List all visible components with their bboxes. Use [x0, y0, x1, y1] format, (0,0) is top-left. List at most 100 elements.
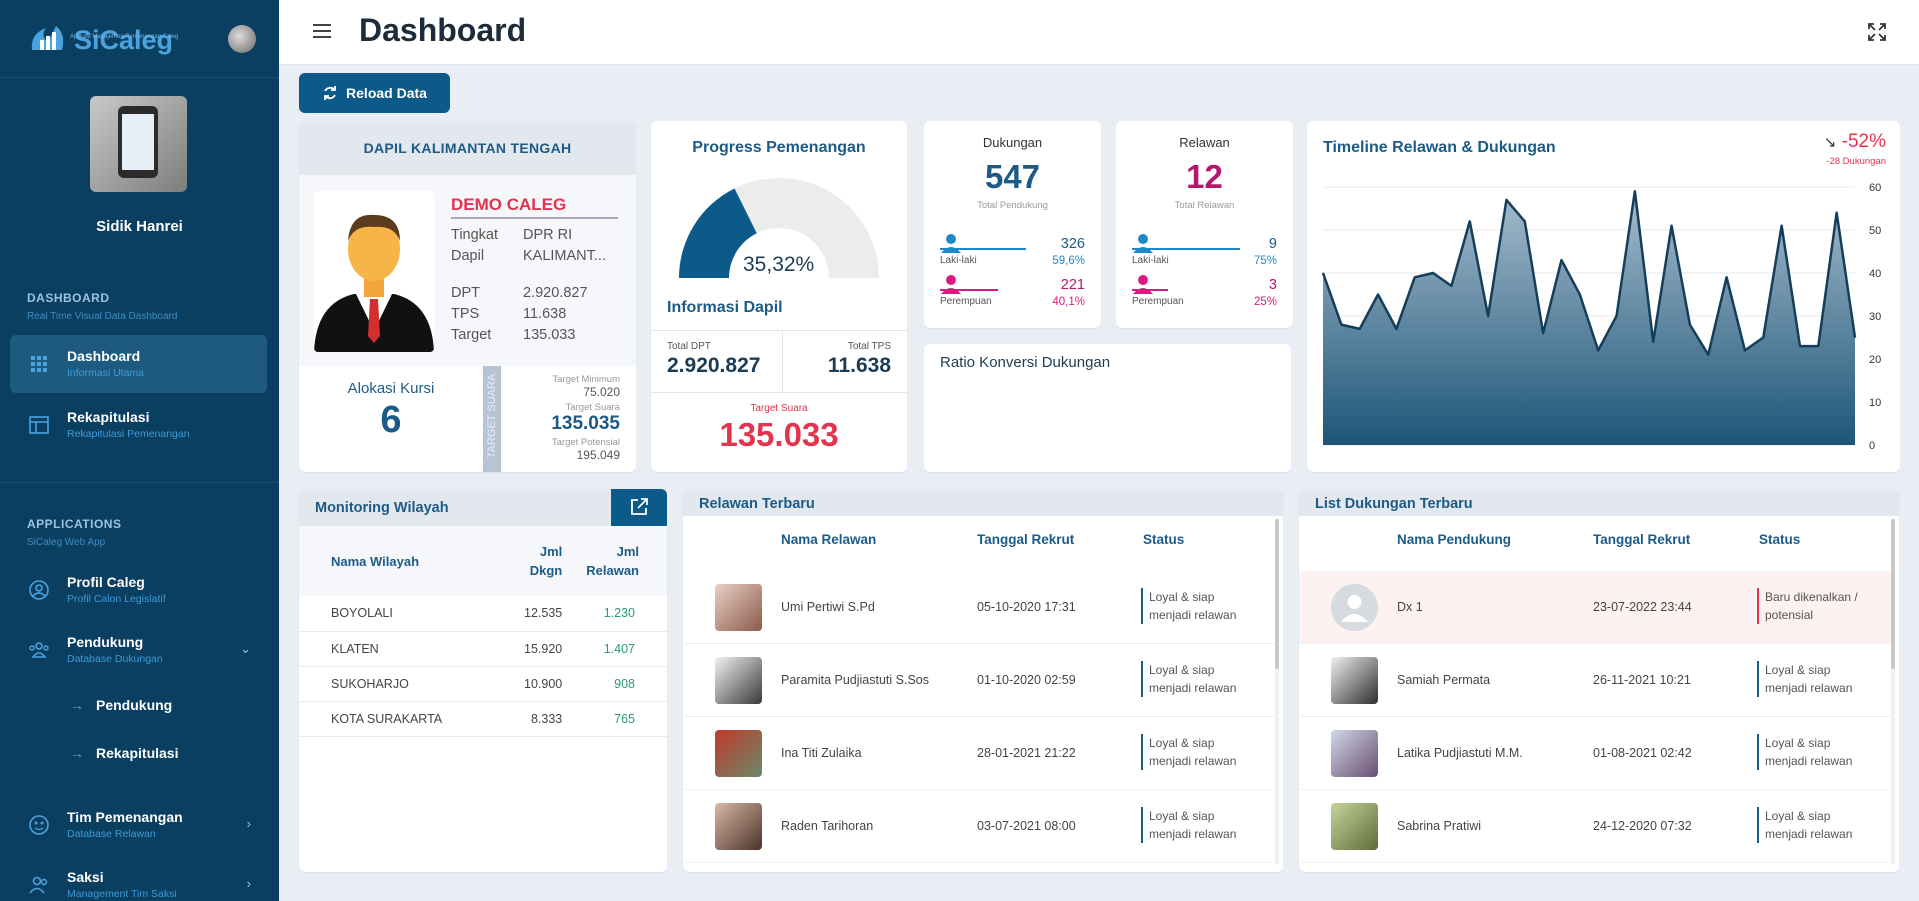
profile-name: Sidik Hanrei — [96, 218, 183, 235]
male-label: Laki-laki — [1132, 255, 1169, 266]
submenu-item-pendukung[interactable]: → Pendukung — [70, 697, 172, 713]
cell-relawan: 765 — [574, 701, 667, 737]
section-subtitle-dashboard: Real Time Visual Data Dashboard — [27, 311, 178, 322]
arrow-right-icon: → — [70, 745, 84, 761]
kursi-label: Alokasi Kursi — [347, 380, 435, 397]
list-item[interactable]: Samiah Permata 26-11-2021 10:21 Loyal & … — [1299, 644, 1891, 717]
progress-title: Progress Pemenangan — [692, 139, 866, 156]
item-status: Loyal & siap menjadi relawan — [1757, 807, 1869, 843]
reload-button[interactable]: Reload Data — [299, 73, 450, 113]
sidebar-item-label: Saksi — [67, 869, 104, 885]
target-suara-vertical: TARGET SUARA — [483, 366, 501, 472]
sidebar-item-sub: Management Tim Saksi — [67, 888, 177, 900]
y-tick-label: 30 — [1869, 311, 1881, 323]
avatar[interactable] — [228, 25, 256, 53]
col-status: Status — [1143, 532, 1185, 547]
female-percent: 40,1% — [1052, 296, 1085, 308]
data-point — [1836, 212, 1838, 214]
col-tanggal: Tanggal Rekrut — [1593, 532, 1691, 547]
cell-nama: KOTA SURAKARTA — [299, 701, 513, 737]
table-row[interactable]: SUKOHARJO 10.900 908 — [299, 666, 667, 702]
total-dpt: Total DPT 2.920.827 — [651, 330, 783, 392]
sidebar-item-pendukung[interactable]: Pendukung Database Dukungan ⌄ — [10, 621, 267, 679]
avatar — [1331, 657, 1378, 704]
cell-nama: BOYOLALI — [299, 596, 513, 632]
data-point — [1817, 345, 1819, 347]
dapil-card: DAPIL KALIMANTAN TENGAH DEMO CALEG Tingk… — [299, 121, 636, 472]
sidebar-item-dashboard[interactable]: Dashboard Informasi Utama — [10, 335, 267, 393]
male-icon — [1133, 234, 1153, 253]
table-row[interactable]: BOYOLALI 12.535 1.230 — [299, 596, 667, 632]
data-point — [1854, 337, 1856, 338]
data-point — [1377, 294, 1379, 295]
table-row[interactable]: KLATEN 15.920 1.407 — [299, 631, 667, 667]
submenu-item-rekapitulasi[interactable]: → Rekapitulasi — [70, 745, 178, 761]
sidebar-item-sub: Rekapitulasi Pemenangan — [67, 428, 190, 440]
data-point — [1671, 225, 1673, 227]
data-point — [1781, 225, 1783, 227]
item-name: Raden Tarihoran — [781, 819, 874, 833]
male-label: Laki-laki — [940, 255, 977, 266]
male-percent: 59,6% — [1052, 255, 1085, 267]
y-tick-label: 20 — [1869, 354, 1881, 366]
item-status: Loyal & siap menjadi relawan — [1757, 661, 1869, 697]
team-icon — [29, 815, 49, 835]
sidebar-item-rekapitulasi[interactable]: Rekapitulasi Rekapitulasi Pemenangan — [10, 396, 267, 454]
cell-nama: KLATEN — [299, 631, 513, 667]
dukungan-terbaru-card: List Dukungan Terbaru Nama Pendukung Tan… — [1299, 489, 1899, 872]
app-name: SiCaleg — [74, 25, 174, 55]
list-item[interactable]: Dx 1 23-07-2022 23:44 Baru dikenalkan / … — [1299, 571, 1891, 644]
avatar — [715, 657, 762, 704]
chevron-right-icon: › — [246, 876, 251, 891]
grid-icon — [31, 356, 47, 372]
timeline-chart: 60 50 40 30 20 10 0 — [1321, 182, 1881, 452]
list-item[interactable]: Sabrina Pratiwi 24-12-2020 07:32 Loyal &… — [1299, 790, 1891, 863]
table-row[interactable]: KOTA SURAKARTA 8.333 765 — [299, 701, 667, 737]
submenu-label: Rekapitulasi — [96, 745, 179, 761]
list-item[interactable]: Raden Tarihoran 03-07-2021 08:00 Loyal &… — [683, 790, 1275, 863]
sidebar-item-profil-caleg[interactable]: Profil Caleg Profil Calon Legislatif — [10, 561, 267, 619]
relawan-terbaru-card: Relawan Terbaru Nama Relawan Tanggal Rek… — [683, 489, 1283, 872]
top-bar: Dashboard — [279, 0, 1919, 65]
dukungan-sub: Total Pendukung — [977, 200, 1048, 211]
item-name: Paramita Pudjiastuti S.Sos — [781, 673, 929, 687]
sidebar-item-sub: Database Relawan — [67, 828, 156, 840]
dukungan-terbaru-header: List Dukungan Terbaru — [1299, 489, 1899, 516]
candidate-info-row: DPT 2.920.827 — [451, 285, 588, 301]
menu-icon[interactable] — [313, 24, 331, 38]
target-suara-label: Target Suara — [750, 403, 808, 414]
sidebar-divider — [0, 482, 279, 483]
external-link-button[interactable] — [611, 489, 667, 526]
scrollbar[interactable] — [1891, 519, 1895, 864]
data-point — [1744, 349, 1746, 351]
avatar — [715, 730, 762, 777]
scrollbar[interactable] — [1275, 519, 1279, 864]
data-point — [1505, 199, 1507, 201]
data-point — [1689, 324, 1691, 326]
candidate-info-row: Tingkat DPR RI — [451, 227, 573, 243]
list-item[interactable]: Paramita Pudjiastuti S.Sos 01-10-2020 02… — [683, 644, 1275, 717]
col-jml-dkgn: Jml Dkgn — [512, 526, 575, 596]
avatar — [715, 584, 762, 631]
table-icon — [29, 416, 49, 434]
user-group-icon — [29, 876, 48, 894]
data-point — [1322, 272, 1324, 274]
avatar — [1331, 803, 1378, 850]
users-icon — [29, 642, 49, 658]
list-item[interactable]: Latika Pudjiastuti M.M. 01-08-2021 02:42… — [1299, 717, 1891, 790]
data-point — [1762, 337, 1764, 338]
fullscreen-icon[interactable] — [1867, 22, 1887, 42]
item-date: 24-12-2020 07:32 — [1593, 819, 1692, 833]
sidebar-item-tim-pemenangan[interactable]: Tim Pemenangan Database Relawan › — [10, 796, 267, 854]
user-circle-icon — [29, 580, 49, 600]
section-subtitle-applications: SiCaleg Web App — [27, 537, 106, 548]
y-tick-label: 0 — [1869, 440, 1875, 452]
list-item[interactable]: Ina Titi Zulaika 28-01-2021 21:22 Loyal … — [683, 717, 1275, 790]
female-label: Perempuan — [940, 296, 992, 307]
alokasi-kursi: Alokasi Kursi 6 — [299, 366, 483, 472]
app-logo[interactable]: SiCaleg — [26, 20, 173, 60]
list-item[interactable]: Umi Pertiwi S.Pd 05-10-2020 17:31 Loyal … — [683, 571, 1275, 644]
sidebar-item-label: Pendukung — [67, 634, 144, 650]
item-date: 03-07-2021 08:00 — [977, 819, 1076, 833]
sidebar-item-saksi[interactable]: Saksi Management Tim Saksi › — [10, 856, 267, 901]
